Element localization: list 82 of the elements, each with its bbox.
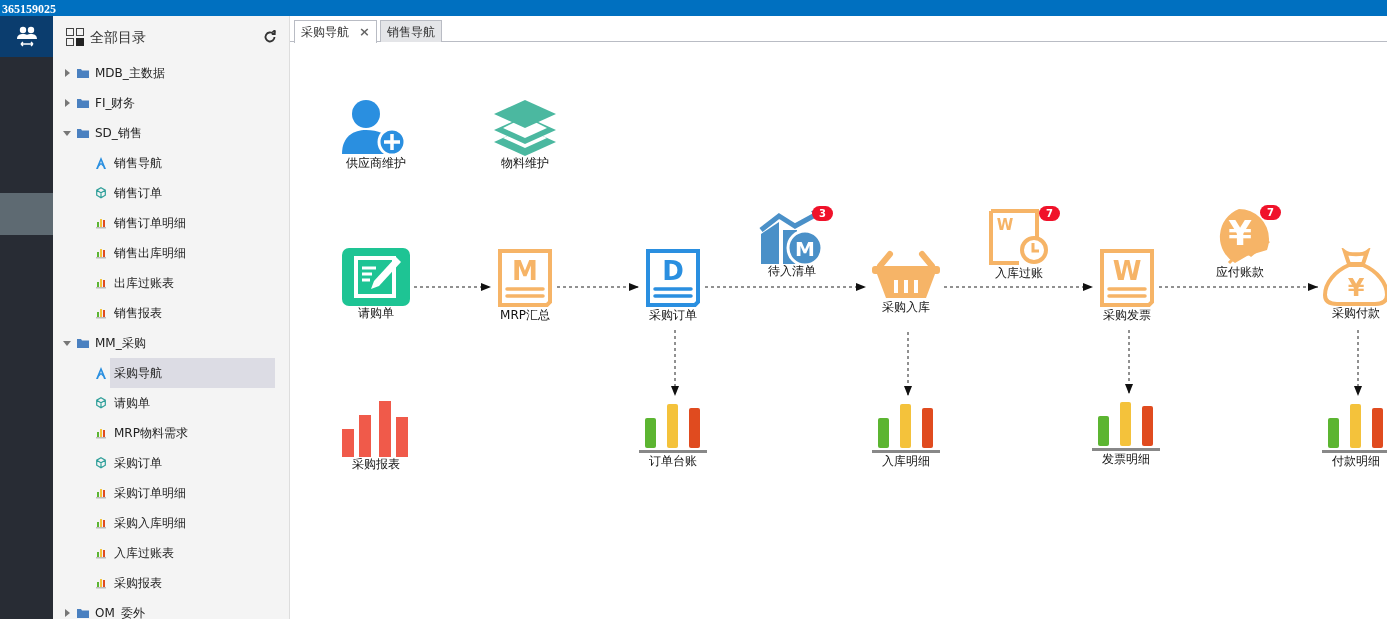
expanded-caret-icon[interactable]	[63, 339, 71, 347]
collapsed-caret-icon[interactable]	[63, 99, 71, 107]
bar-chart-icon	[96, 217, 106, 229]
node-label[interactable]: 采购订单	[649, 308, 697, 323]
count-badge: 3	[812, 206, 833, 221]
node-label[interactable]: MRP汇总	[500, 308, 550, 323]
node-label[interactable]: 请购单	[358, 306, 394, 321]
node-label[interactable]: 入库过账	[995, 266, 1043, 281]
navigation-icon	[96, 367, 106, 379]
tab[interactable]: 销售导航	[379, 20, 442, 42]
tree-item[interactable]: 销售订单	[110, 178, 275, 208]
tree-folder[interactable]: OM_委外	[95, 604, 145, 619]
bar-chart-icon[interactable]	[639, 402, 707, 454]
tree-item[interactable]: MRP物料需求	[110, 418, 275, 448]
bar-chart-icon	[96, 517, 106, 529]
rail-tab[interactable]	[0, 16, 53, 57]
bar-chart-icon	[96, 427, 106, 439]
flow-arrow	[1125, 329, 1133, 395]
tree-item[interactable]: 采购入库明细	[110, 508, 275, 538]
refresh-icon[interactable]	[263, 30, 277, 44]
flow-arrow	[1354, 329, 1362, 397]
node-label[interactable]: 供应商维护	[346, 156, 406, 171]
node-label[interactable]: 入库明细	[882, 454, 930, 469]
folder-icon	[77, 68, 89, 78]
close-icon[interactable]: ×	[359, 22, 370, 42]
flow-arrow	[904, 331, 912, 397]
bar-chart-icon[interactable]	[1322, 402, 1387, 454]
folder-icon	[77, 338, 89, 348]
bar-chart-icon[interactable]	[1092, 400, 1160, 452]
cube-icon	[96, 397, 106, 409]
app-title: 365159025	[1, 2, 56, 16]
bar-chart-icon	[96, 487, 106, 499]
tree-item[interactable]: 采购导航	[110, 358, 275, 388]
expanded-caret-icon[interactable]	[63, 129, 71, 137]
bar-chart-icon[interactable]	[342, 399, 410, 457]
tree-item[interactable]: 采购订单	[110, 448, 275, 478]
node-label[interactable]: 应付账款	[1216, 265, 1264, 280]
count-badge: 7	[1039, 206, 1060, 221]
tree-folder[interactable]: SD_销售	[95, 124, 142, 142]
navigation-icon	[96, 157, 106, 169]
node-label[interactable]: 物料维护	[501, 156, 549, 171]
tree-folder[interactable]: FI_财务	[95, 94, 136, 112]
tab[interactable]: 采购导航 ×	[294, 20, 377, 43]
cube-icon	[96, 457, 106, 469]
tree-item[interactable]: 采购报表	[110, 568, 275, 598]
count-badge: 7	[1260, 205, 1281, 220]
folder-icon	[77, 608, 89, 618]
node-label[interactable]: 订单台账	[649, 454, 697, 469]
tree-item[interactable]: 出库过账表	[110, 268, 275, 298]
tree-item[interactable]: 销售导航	[110, 148, 275, 178]
bar-chart-icon[interactable]	[872, 402, 940, 454]
bar-chart-icon	[96, 277, 106, 289]
tree-item[interactable]: 销售出库明细	[110, 238, 275, 268]
bar-chart-icon	[96, 547, 106, 559]
bar-chart-icon	[96, 307, 106, 319]
folder-icon	[77, 128, 89, 138]
node-label[interactable]: 待入清单	[768, 264, 816, 279]
node-label[interactable]: 采购发票	[1103, 308, 1151, 323]
node-label[interactable]: 采购报表	[352, 457, 400, 472]
collapsed-caret-icon[interactable]	[63, 69, 71, 77]
users-icon	[15, 25, 38, 48]
tree-item[interactable]: 请购单	[110, 388, 275, 418]
node-label[interactable]: 采购付款	[1332, 306, 1380, 321]
tree-folder[interactable]: MDB_主数据	[95, 64, 165, 82]
tree-item[interactable]: 采购订单明细	[110, 478, 275, 508]
folder-icon	[77, 98, 89, 108]
sidebar-title: 全部目录	[90, 27, 146, 47]
tree-item[interactable]: 入库过账表	[110, 538, 275, 568]
flow-arrow	[671, 329, 679, 397]
node-label[interactable]: 发票明细	[1102, 452, 1150, 467]
tree-folder[interactable]: MM_采购	[95, 334, 146, 352]
bar-chart-icon	[96, 577, 106, 589]
layers-icon[interactable]	[494, 98, 556, 156]
node-label[interactable]: 付款明细	[1332, 454, 1380, 469]
node-label[interactable]: 采购入库	[882, 300, 930, 315]
tree-item[interactable]: 销售订单明细	[110, 208, 275, 238]
collapsed-caret-icon[interactable]	[63, 609, 71, 617]
tree-item[interactable]: 销售报表	[110, 298, 275, 328]
grid-icon	[66, 28, 84, 46]
bar-chart-icon	[96, 247, 106, 259]
edit-form-icon[interactable]	[342, 248, 410, 306]
cube-icon	[96, 187, 106, 199]
